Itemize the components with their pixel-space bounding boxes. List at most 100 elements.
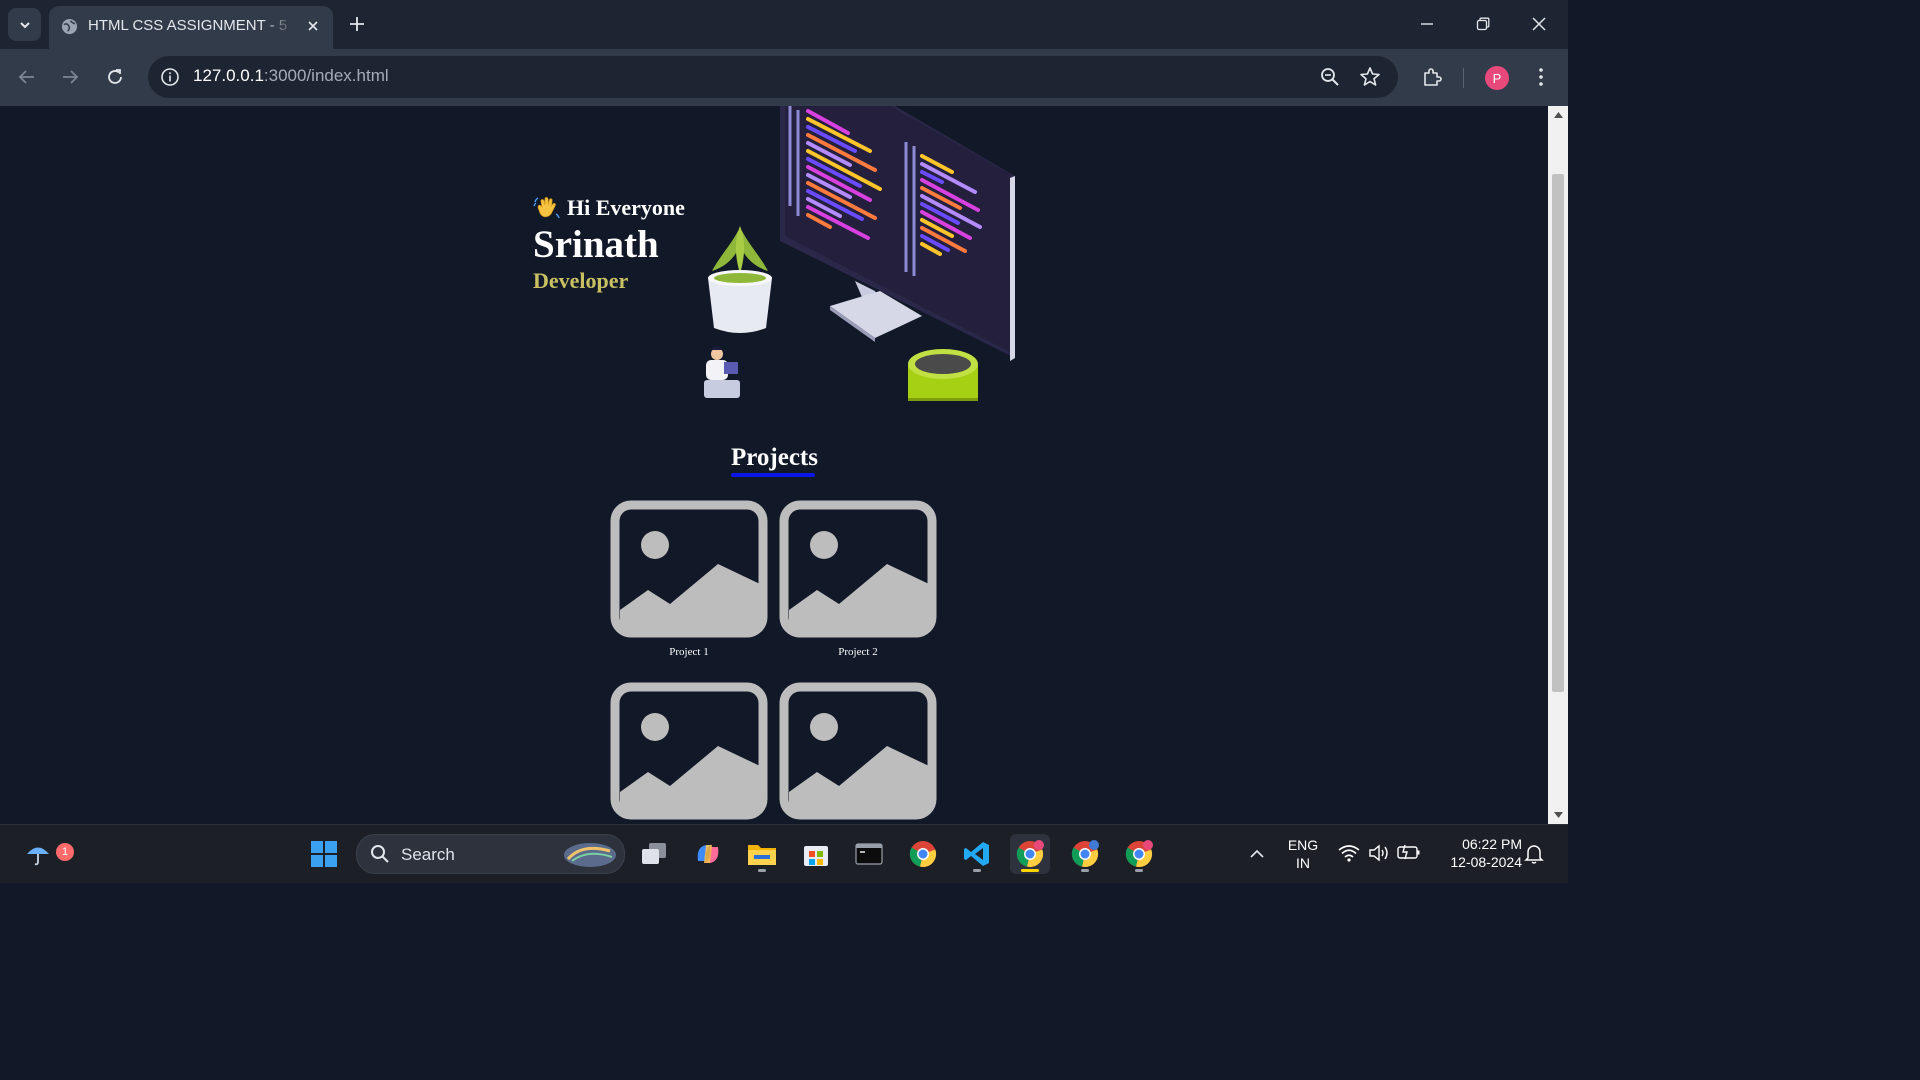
volume-icon[interactable] [1368,843,1390,863]
page-scrollbar[interactable] [1548,106,1568,824]
project-card[interactable]: Project 1 [610,500,768,658]
plus-icon [350,17,364,31]
running-indicator [758,869,766,872]
windows-logo-icon [311,841,337,867]
clock-date: 12-08-2024 [1450,854,1522,870]
project-card[interactable] [779,682,937,824]
hero-role: Developer [533,268,629,293]
image-placeholder-icon [779,500,937,638]
greeting: Hi Everyone [533,194,685,222]
project-label: Project 2 [838,646,878,658]
chrome-profile-button[interactable] [1119,834,1159,874]
developer-illustration [704,106,1015,401]
bookmark-star-icon[interactable] [1358,65,1382,89]
copilot-button[interactable] [688,834,728,874]
reload-icon [108,69,122,84]
notification-bell-icon[interactable] [1524,843,1544,865]
chevron-up-icon [1250,849,1264,858]
active-indicator [1021,869,1039,872]
tab-close-button[interactable] [303,16,323,36]
projects-underline [731,473,815,477]
kebab-menu-icon [1539,68,1543,86]
project-card[interactable] [610,682,768,824]
windows-taskbar: 1 Search ENG IN 06:22 PM 12-08-2024 [0,824,1568,883]
running-indicator [973,869,981,872]
info-icon[interactable] [159,66,181,88]
copilot-icon [697,845,719,863]
scroll-up-arrow[interactable] [1552,110,1564,120]
terminal-button[interactable] [849,834,889,874]
toolbar-separator [1463,68,1464,88]
taskbar-search[interactable]: Search [356,834,625,874]
file-explorer-button[interactable] [742,834,782,874]
url-host: 127.0.0.1 [193,66,264,85]
running-indicator [1135,869,1143,872]
running-indicator [1081,869,1089,872]
weather-widget[interactable]: 1 [18,834,74,874]
minimize-button[interactable] [1409,8,1445,40]
restore-icon [1476,17,1490,31]
task-view-icon [642,843,666,864]
extensions-button[interactable] [1419,64,1445,90]
back-button[interactable] [11,61,43,93]
close-icon [308,21,318,31]
chevron-down-icon [19,21,30,28]
microsoft-store-button[interactable] [796,834,836,874]
project-label: Project 1 [669,646,709,658]
triangle-up-icon [1553,112,1563,118]
battery-icon[interactable] [1397,843,1421,861]
task-view-button[interactable] [634,834,674,874]
chrome-icon [909,841,937,867]
clock[interactable]: 06:22 PM 12-08-2024 [1432,835,1522,871]
menu-button[interactable] [1528,64,1554,90]
language-indicator[interactable]: ENG IN [1284,836,1322,872]
project-card[interactable]: Project 2 [779,500,937,658]
close-icon [1532,17,1546,31]
chrome-button[interactable] [903,834,943,874]
tab-title: HTML CSS ASSIGNMENT - 5 - Me [88,17,294,34]
scroll-down-arrow[interactable] [1552,810,1564,820]
image-placeholder-icon [610,500,768,638]
arrow-left-icon [18,70,34,84]
zoom-icon[interactable] [1318,65,1342,89]
triangle-down-icon [1553,812,1563,818]
language-code: ENG [1287,837,1319,853]
chrome-icon [1071,840,1099,867]
scroll-thumb[interactable] [1552,174,1564,692]
tab-search-button[interactable] [8,8,41,41]
umbrella-icon [27,847,49,866]
chrome-profile-button-active[interactable] [1010,834,1050,874]
puzzle-icon [1424,68,1442,86]
search-highlight-icon [564,843,616,867]
folder-icon [748,845,776,865]
wifi-icon[interactable] [1338,844,1360,862]
chrome-icon [1016,840,1044,867]
reload-button[interactable] [99,61,131,93]
image-placeholder-icon [779,682,937,820]
browser-tab[interactable]: HTML CSS ASSIGNMENT - 5 - Me [49,6,333,49]
projects-heading: Projects [731,444,818,471]
store-icon [804,846,828,866]
show-hidden-icons-button[interactable] [1237,834,1277,874]
close-window-button[interactable] [1521,8,1557,40]
start-button[interactable] [304,834,344,874]
address-bar[interactable]: 127.0.0.1:3000/index.html [148,56,1398,98]
page-viewport: Hi Everyone Srinath Developer Projects P… [0,106,1548,824]
vscode-button[interactable] [957,834,997,874]
notification-badge: 1 [56,843,74,861]
restore-button[interactable] [1465,8,1501,40]
forward-button[interactable] [54,61,86,93]
browser-toolbar: 127.0.0.1:3000/index.html P [0,49,1568,106]
search-label: Search [401,845,455,864]
waving-hand-icon [533,197,560,219]
region-code: IN [1296,855,1310,871]
chrome-secondary-button[interactable] [1065,834,1105,874]
chrome-icon [1125,840,1153,867]
image-placeholder-icon [610,682,768,820]
new-tab-button[interactable] [344,11,370,37]
profile-avatar[interactable]: P [1485,66,1509,90]
greeting-text: Hi Everyone [567,195,685,220]
globe-icon [61,18,78,35]
url-text[interactable]: 127.0.0.1:3000/index.html [193,66,389,86]
vscode-icon [964,842,989,866]
